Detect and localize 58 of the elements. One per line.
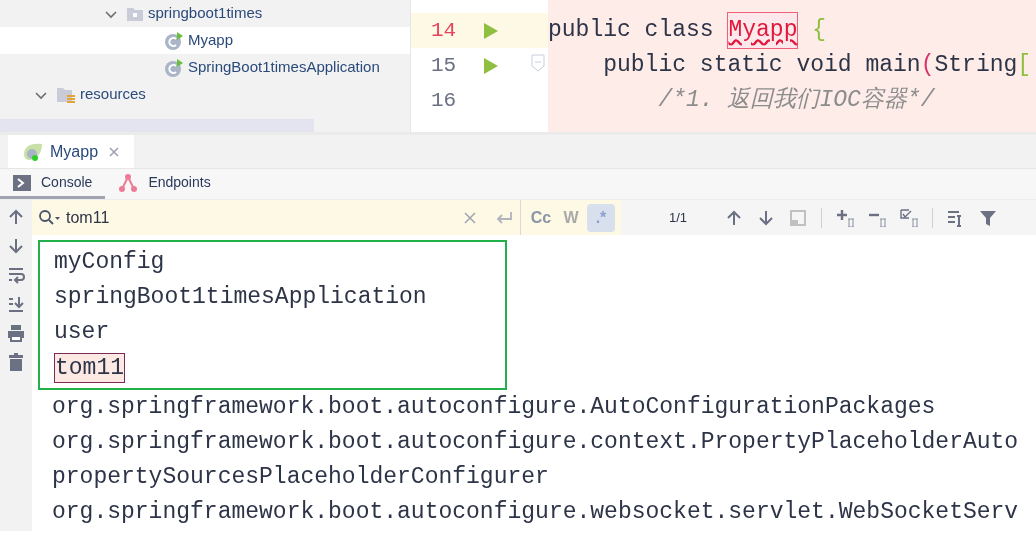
select-occurrences-icon: [900, 208, 918, 227]
search-match: tom11: [54, 352, 125, 383]
add-occurrence-icon: [836, 208, 854, 227]
new-line-icon: [494, 209, 512, 226]
scroll-to-end-button[interactable]: [7, 295, 25, 313]
search-icon: [38, 208, 60, 227]
print-icon: [7, 324, 25, 342]
filter-button[interactable]: [979, 208, 997, 227]
search-input[interactable]: tom11: [66, 205, 458, 230]
folder-icon: [56, 85, 76, 104]
select-occurrences-button[interactable]: [900, 208, 918, 227]
arrow-down-button[interactable]: [7, 237, 25, 255]
run-tab[interactable]: Myapp: [8, 135, 135, 168]
code-line: public class Myapp {: [548, 13, 1036, 48]
class-icon: [164, 57, 184, 78]
console-line: org.springframework.boot.autoconfigure.websocket.servlet.WebSocketServ: [52, 498, 1019, 528]
line-number: 14: [431, 17, 458, 44]
endpoints-icon: [118, 172, 139, 193]
console-icon: [13, 174, 31, 191]
class-icon: [164, 30, 184, 51]
tree-item-label: Myapp: [188, 30, 234, 51]
tree-item-label: resources: [80, 84, 146, 105]
console-line: org.springframework.boot.autoconfigure.AutoConfigurationPackages: [52, 393, 936, 423]
trash-icon: [7, 353, 25, 371]
console-line: user: [54, 318, 110, 348]
arrow-down-icon: [7, 237, 25, 255]
tree-item[interactable]: Myapp: [0, 27, 410, 54]
filter-icon: [979, 208, 997, 227]
line-number: 15: [431, 52, 458, 79]
clear-icon: [464, 211, 476, 224]
match-count: 1/1: [669, 208, 689, 227]
tree-item-label: SpringBoot1timesApplication: [188, 57, 380, 78]
scroll-to-end-icon: [7, 295, 25, 313]
console-line: springBoot1timesApplication: [54, 283, 427, 313]
wrap-icon: [7, 266, 25, 284]
console-tab[interactable]: Endpoints: [105, 169, 224, 199]
arrow-up-icon: [7, 208, 25, 226]
next-match-icon: [757, 208, 775, 227]
close-icon: [108, 145, 121, 158]
previous-match-icon: [725, 208, 743, 227]
trash-button[interactable]: [7, 353, 25, 371]
tree-item-label: springboot1times: [148, 3, 263, 24]
code-line: /*1. 返回我们IOC容器*/: [657, 86, 936, 116]
folder-icon: [126, 5, 144, 22]
error-highlight: Myapp: [727, 12, 799, 49]
next-match-button[interactable]: [757, 208, 775, 227]
console-line: propertySourcesPlaceholderConfigurer: [52, 463, 549, 493]
search-field[interactable]: tom11: [32, 200, 520, 235]
line-number: 16: [431, 87, 458, 114]
add-occurrence-button[interactable]: [836, 208, 854, 227]
previous-match-button[interactable]: [725, 208, 743, 227]
console-line: org.springframework.boot.autoconfigure.context.PropertyPlaceholderAuto: [52, 428, 1019, 458]
arrow-up-button[interactable]: [7, 208, 25, 226]
wrap-button[interactable]: [7, 266, 25, 284]
console-line: myConfig: [54, 248, 165, 278]
spring-app-icon: [22, 141, 44, 162]
code-line: public static void main(String[: [602, 51, 1033, 81]
print-button[interactable]: [7, 324, 25, 342]
